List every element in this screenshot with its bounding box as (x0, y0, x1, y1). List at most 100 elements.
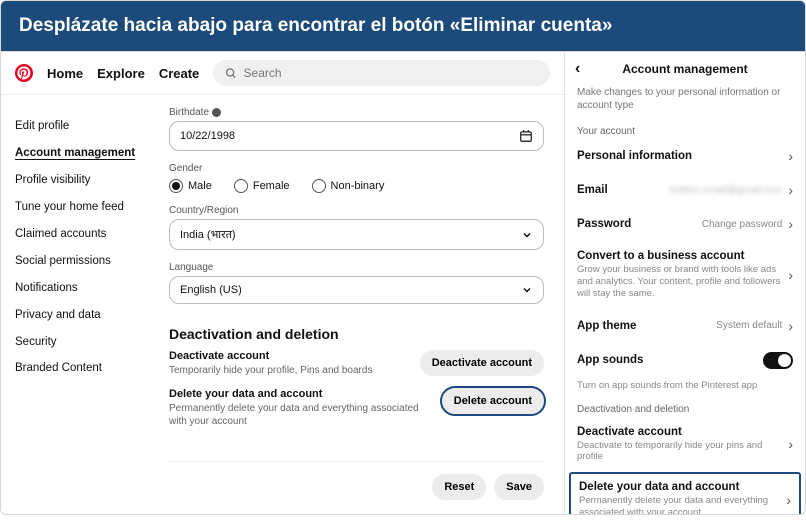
settings-sidebar: Edit profileAccount managementProfile vi… (1, 95, 149, 514)
your-account-label: Your account (565, 120, 805, 139)
mobile-app-sounds-label: App sounds (577, 354, 643, 366)
country-field: Country/Region India (भारत) (169, 205, 544, 250)
chevron-right-icon: › (788, 148, 793, 164)
mobile-app-theme[interactable]: App theme System default › (565, 309, 805, 343)
mobile-convert-desc: Grow your business or brand with tools l… (577, 264, 788, 300)
sidebar-item-edit-profile[interactable]: Edit profile (15, 113, 139, 140)
chevron-right-icon: › (788, 182, 793, 198)
instruction-banner: Desplázate hacia abajo para encontrar el… (0, 0, 806, 51)
mobile-email[interactable]: Email hidden.email@gmail.com › (565, 173, 805, 207)
mobile-deactivate[interactable]: Deactivate account Deactivate to tempora… (565, 417, 805, 473)
gender-radio-female[interactable]: Female (234, 179, 290, 193)
delete-desc: Permanently delete your data and everyth… (169, 402, 432, 429)
deactivate-title: Deactivate account (169, 350, 410, 362)
mobile-app-sounds-desc-row: Turn on app sounds from the Pinterest ap… (565, 378, 805, 398)
sidebar-item-social-permissions[interactable]: Social permissions (15, 248, 139, 275)
footer-buttons: Reset Save (169, 461, 544, 514)
mobile-subtitle: Make changes to your personal informatio… (565, 86, 805, 120)
delete-account-button[interactable]: Delete account (442, 388, 544, 414)
mobile-app-sounds[interactable]: App sounds (565, 343, 805, 378)
mobile-convert-business[interactable]: Convert to a business account Grow your … (565, 241, 805, 309)
mobile-personal-info[interactable]: Personal information › (565, 139, 805, 173)
mobile-email-value: hidden.email@gmail.com (670, 185, 782, 196)
country-label: Country/Region (169, 205, 544, 216)
sidebar-item-privacy-and-data[interactable]: Privacy and data (15, 302, 139, 329)
language-select[interactable]: English (US) (169, 276, 544, 304)
birthdate-field: Birthdate 10/22/1998 (169, 107, 544, 151)
sidebar-item-security[interactable]: Security (15, 329, 139, 356)
mobile-delete-title: Delete your data and account (579, 481, 786, 493)
mobile-deactivate-desc: Deactivate to temporarily hide your pins… (577, 440, 788, 464)
nav-create[interactable]: Create (159, 66, 199, 81)
deactivate-desc: Temporarily hide your profile, Pins and … (169, 364, 410, 378)
calendar-icon (519, 129, 533, 143)
nav-home[interactable]: Home (47, 66, 83, 81)
gender-radio-male[interactable]: Male (169, 179, 212, 193)
pinterest-logo-icon[interactable] (15, 64, 33, 82)
sidebar-item-account-management[interactable]: Account management (15, 140, 139, 167)
save-button[interactable]: Save (494, 474, 544, 500)
language-value: English (US) (180, 284, 242, 296)
mobile-app-sounds-desc: Turn on app sounds from the Pinterest ap… (577, 380, 757, 392)
mobile-password-action: Change password (702, 219, 783, 230)
sidebar-item-branded-content[interactable]: Branded Content (15, 355, 139, 382)
sidebar-item-notifications[interactable]: Notifications (15, 275, 139, 302)
deactivate-account-button[interactable]: Deactivate account (420, 350, 544, 376)
search-icon (225, 67, 237, 80)
mobile-delete-desc: Permanently delete your data and everyth… (579, 495, 786, 514)
chevron-right-icon: › (788, 318, 793, 334)
desktop-pane: Home Explore Create Edit profileAccount … (1, 52, 565, 514)
settings-main: Birthdate 10/22/1998 Gender Male Female No… (149, 95, 564, 514)
radio-circle-icon (234, 179, 248, 193)
chevron-right-icon: › (786, 492, 791, 508)
delete-title: Delete your data and account (169, 388, 432, 400)
search-input[interactable] (244, 66, 538, 80)
deactivation-section-title: Deactivation and deletion (169, 326, 544, 342)
gender-radio-label: Female (253, 180, 290, 192)
mobile-email-label: Email (577, 184, 608, 196)
mobile-personal-label: Personal information (577, 150, 692, 162)
country-value: India (भारत) (180, 227, 236, 242)
mobile-password[interactable]: Password Change password › (565, 207, 805, 241)
gender-field: Gender Male Female Non-binary (169, 163, 544, 193)
birthdate-label: Birthdate (169, 107, 209, 118)
mobile-title: Account management (593, 62, 777, 76)
gender-radio-label: Non-binary (331, 180, 385, 192)
deactivate-row: Deactivate account Temporarily hide your… (169, 350, 544, 378)
desktop-body: Edit profileAccount managementProfile vi… (1, 95, 564, 514)
gender-radio-non-binary[interactable]: Non-binary (312, 179, 385, 193)
mobile-convert-title: Convert to a business account (577, 250, 788, 262)
nav-explore[interactable]: Explore (97, 66, 145, 81)
reset-button[interactable]: Reset (432, 474, 486, 500)
mobile-deactivate-title: Deactivate account (577, 426, 788, 438)
topbar: Home Explore Create (1, 52, 564, 95)
app-sounds-toggle[interactable] (763, 352, 793, 369)
screenshot-container: Home Explore Create Edit profileAccount … (0, 51, 806, 515)
gender-label: Gender (169, 163, 544, 174)
radio-circle-icon (169, 179, 183, 193)
language-field: Language English (US) (169, 262, 544, 304)
mobile-dd-label: Deactivation and deletion (565, 398, 805, 417)
mobile-app-theme-label: App theme (577, 320, 636, 332)
mobile-header: ‹ Account management (565, 52, 805, 86)
language-label: Language (169, 262, 544, 273)
back-icon[interactable]: ‹ (575, 60, 593, 78)
mobile-password-label: Password (577, 218, 631, 230)
sidebar-item-profile-visibility[interactable]: Profile visibility (15, 167, 139, 194)
mobile-delete-account[interactable]: Delete your data and account Permanently… (569, 472, 801, 514)
chevron-down-icon (521, 229, 533, 241)
chevron-right-icon: › (788, 436, 793, 452)
mobile-app-theme-value: System default (716, 320, 782, 331)
info-icon[interactable] (212, 108, 221, 117)
sidebar-item-claimed-accounts[interactable]: Claimed accounts (15, 221, 139, 248)
search-bar[interactable] (213, 60, 550, 86)
mobile-pane: ‹ Account management Make changes to you… (565, 52, 805, 514)
chevron-right-icon: › (788, 216, 793, 232)
country-select[interactable]: India (भारत) (169, 219, 544, 250)
sidebar-item-tune-your-home-feed[interactable]: Tune your home feed (15, 194, 139, 221)
gender-radio-label: Male (188, 180, 212, 192)
birthdate-input[interactable]: 10/22/1998 (169, 121, 544, 151)
delete-row: Delete your data and account Permanently… (169, 388, 544, 429)
radio-circle-icon (312, 179, 326, 193)
chevron-down-icon (521, 284, 533, 296)
